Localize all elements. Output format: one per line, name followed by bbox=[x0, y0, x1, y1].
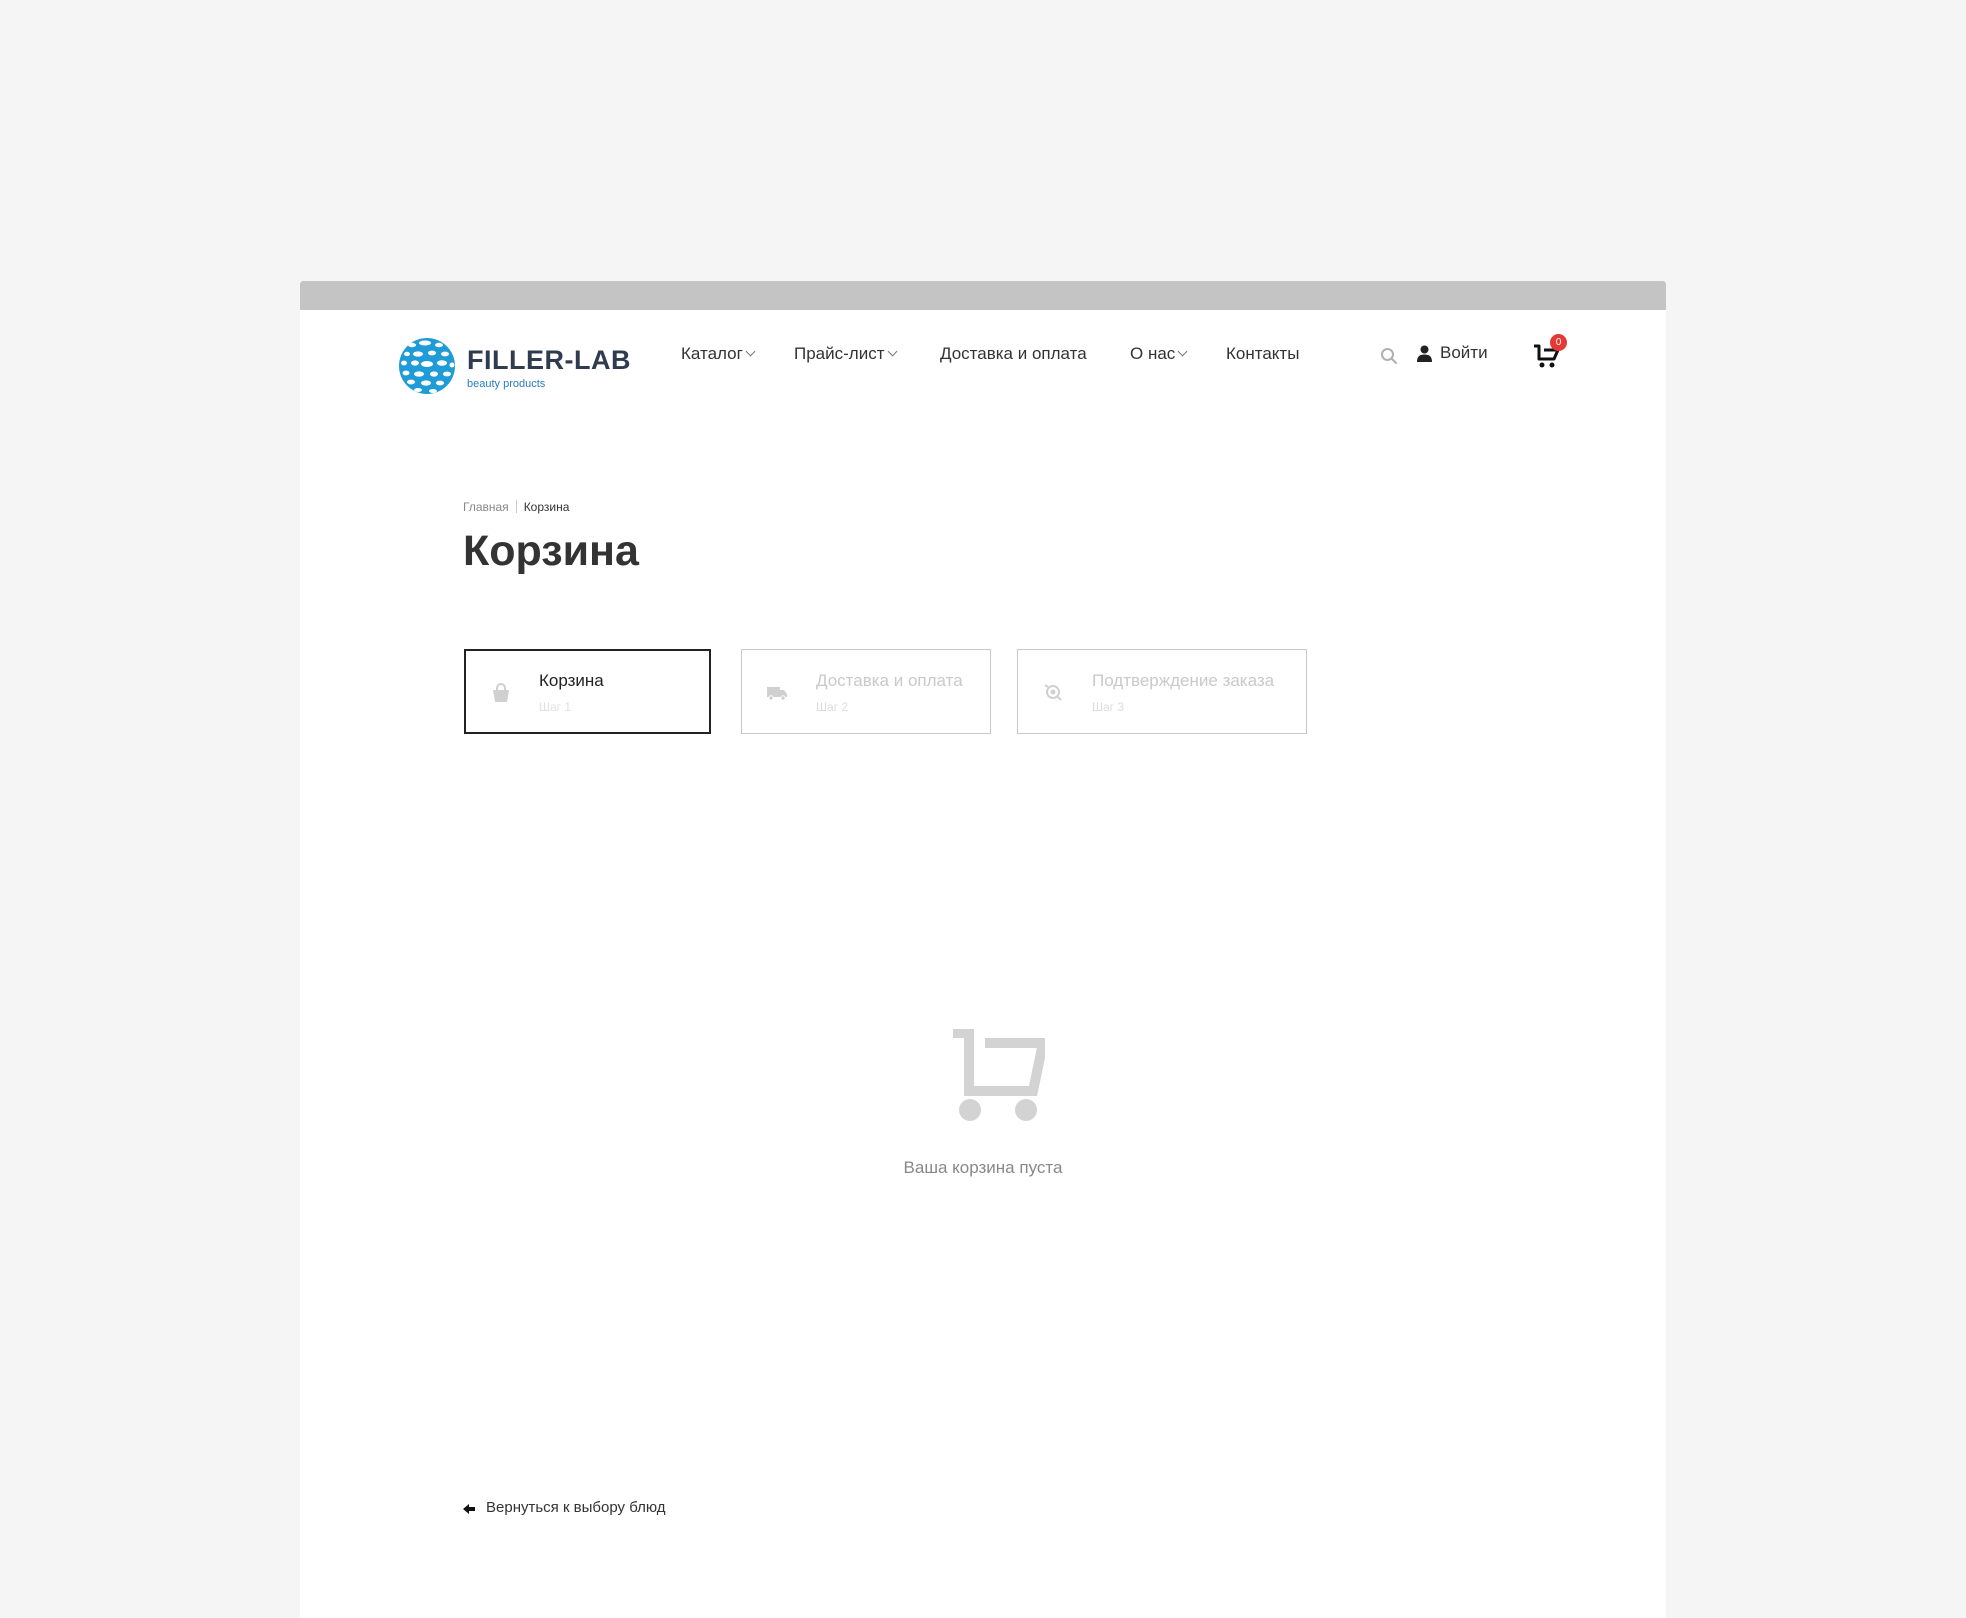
logo-name: FILLER-LAB bbox=[467, 345, 631, 375]
nav-item-catalog[interactable]: Каталог bbox=[681, 344, 756, 364]
search-icon[interactable] bbox=[1380, 347, 1398, 365]
step-cart[interactable]: Корзина Шаг 1 bbox=[464, 649, 711, 734]
nav-item-about[interactable]: О нас bbox=[1130, 344, 1188, 364]
step-delivery[interactable]: Доставка и оплата Шаг 2 bbox=[741, 649, 991, 734]
chevron-down-icon bbox=[1177, 346, 1188, 357]
nav-item-label: Каталог bbox=[681, 344, 743, 363]
truck-icon bbox=[767, 687, 787, 701]
breadcrumb: Главная Корзина bbox=[463, 500, 569, 514]
nav-item-label: Прайс-лист bbox=[794, 344, 885, 363]
nav-item-price-list[interactable]: Прайс-лист bbox=[794, 344, 897, 364]
step-label: Корзина bbox=[539, 671, 604, 690]
nav-item-label: О нас bbox=[1130, 344, 1176, 363]
logo-globe-icon bbox=[399, 338, 455, 394]
user-icon bbox=[1417, 345, 1432, 362]
nav-item-contacts[interactable]: Контакты bbox=[1226, 344, 1299, 364]
chevron-down-icon bbox=[745, 346, 756, 357]
login-label: Войти bbox=[1440, 343, 1488, 362]
step-label: Подтверждение заказа bbox=[1092, 671, 1275, 690]
confirm-icon bbox=[1044, 684, 1062, 701]
breadcrumb-separator bbox=[515, 500, 517, 513]
back-link-label: Вернуться к выбору блюд bbox=[486, 1499, 666, 1516]
step-number: Шаг 3 bbox=[1092, 700, 1125, 714]
logo-tagline: beauty products bbox=[467, 378, 546, 390]
chevron-down-icon bbox=[887, 346, 897, 357]
page-frame: FILLER-LAB beauty products Каталог Прайс… bbox=[300, 281, 1666, 1618]
arrow-left-icon bbox=[463, 1504, 475, 1514]
nav-item-delivery[interactable]: Доставка и оплата bbox=[940, 344, 1087, 364]
breadcrumb-current: Корзина bbox=[523, 500, 570, 514]
step-number: Шаг 2 bbox=[816, 700, 849, 714]
breadcrumb-home-link[interactable]: Главная bbox=[463, 500, 509, 514]
empty-cart-icon bbox=[953, 1029, 1045, 1121]
site-logo[interactable]: FILLER-LAB beauty products bbox=[398, 335, 630, 397]
shopping-bag-icon bbox=[493, 683, 509, 702]
nav-item-label: Контакты bbox=[1226, 344, 1300, 363]
nav-item-label: Доставка и оплата bbox=[940, 344, 1087, 363]
browser-top-bar bbox=[300, 281, 1666, 310]
step-confirmation[interactable]: Подтверждение заказа Шаг 3 bbox=[1017, 649, 1307, 734]
step-number: Шаг 1 bbox=[539, 700, 572, 714]
step-label: Доставка и оплата bbox=[816, 671, 963, 690]
page-title: Корзина bbox=[463, 527, 639, 575]
cart-count-badge: 0 bbox=[1550, 334, 1567, 351]
empty-cart-message: Ваша корзина пуста bbox=[903, 1158, 1063, 1177]
